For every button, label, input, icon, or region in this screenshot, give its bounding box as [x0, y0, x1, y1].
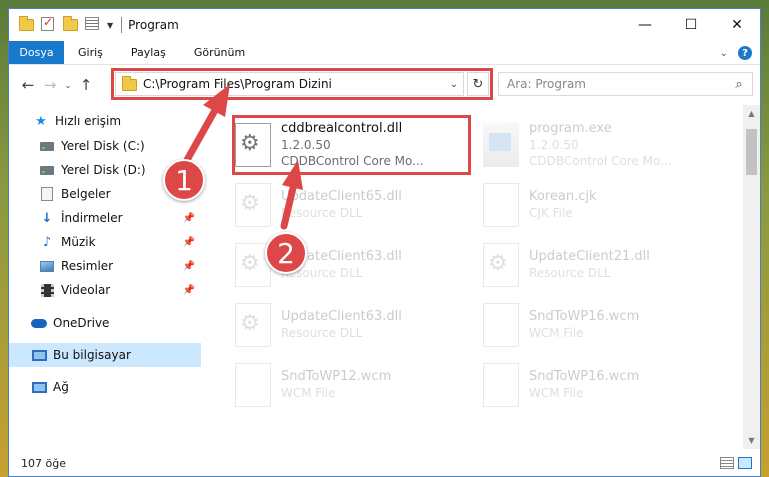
step-2-badge: 2 [265, 232, 307, 274]
annotation-arrows [183, 84, 303, 230]
step-1-badge: 1 [163, 159, 205, 201]
